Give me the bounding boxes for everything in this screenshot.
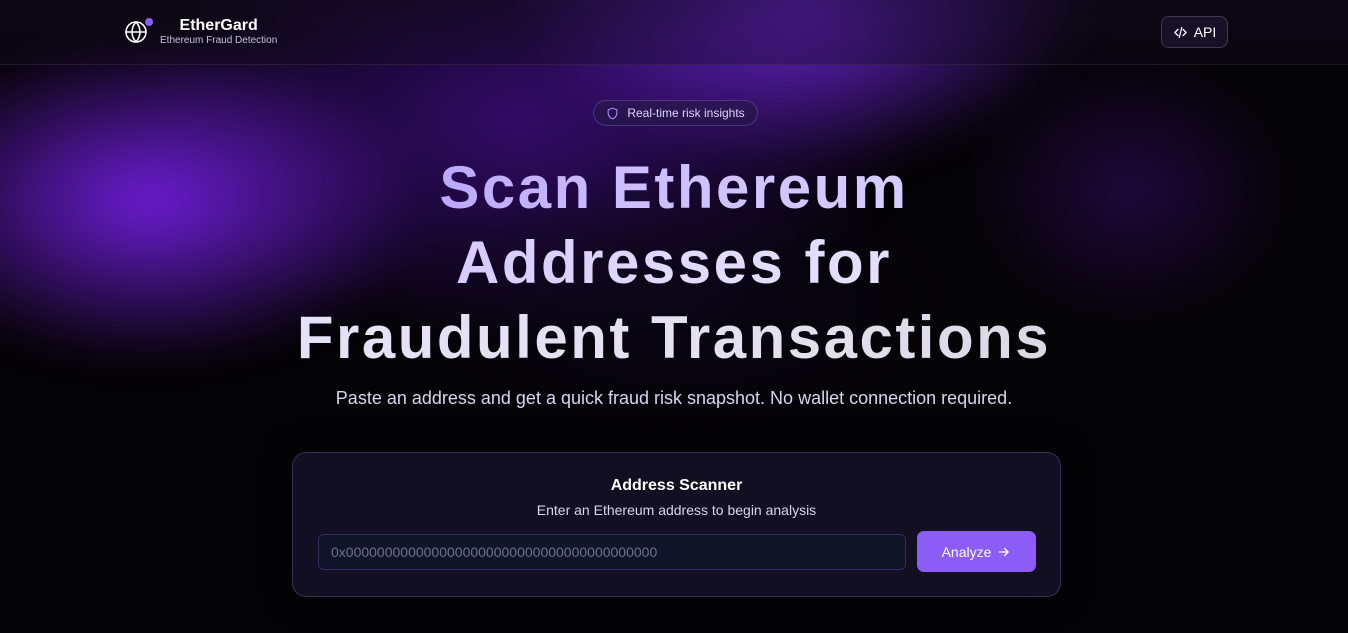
analyze-button[interactable]: Analyze xyxy=(917,531,1036,572)
api-button-label: API xyxy=(1193,24,1217,40)
address-input[interactable] xyxy=(318,534,906,570)
page-subtitle: Paste an address and get a quick fraud r… xyxy=(335,388,1013,408)
shield-icon xyxy=(607,107,618,119)
status-dot xyxy=(145,17,153,26)
headline-line-2: Addresses for xyxy=(174,225,1174,300)
code-icon xyxy=(1173,26,1187,38)
brand-logo[interactable]: EtherGard Ethereum Fraud Detection xyxy=(124,16,277,47)
top-navbar: EtherGard Ethereum Fraud Detection API xyxy=(0,0,1348,65)
api-button[interactable]: API xyxy=(1161,16,1228,48)
headline-line-3: Fraudulent Transactions xyxy=(174,300,1174,375)
globe-icon xyxy=(124,17,153,44)
headline-line-1: Scan Ethereum xyxy=(174,150,1174,225)
analyze-button-label: Analyze xyxy=(941,543,992,560)
realtime-badge: Real-time risk insights xyxy=(593,100,758,126)
page: EtherGard Ethereum Fraud Detection API R… xyxy=(0,0,1348,633)
brand-text: EtherGard Ethereum Fraud Detection xyxy=(160,16,277,47)
arrow-right-icon xyxy=(999,547,1010,556)
scanner-title: Address Scanner xyxy=(610,477,743,494)
badge-label: Real-time risk insights xyxy=(627,106,745,120)
address-scanner-card: Address Scanner Enter an Ethereum addres… xyxy=(292,452,1061,597)
brand-title: EtherGard xyxy=(179,17,258,34)
scanner-subtitle: Enter an Ethereum address to begin analy… xyxy=(536,502,817,518)
page-title: Scan Ethereum Addresses for Fraudulent T… xyxy=(174,150,1174,375)
brand-subtitle: Ethereum Fraud Detection xyxy=(160,35,278,46)
